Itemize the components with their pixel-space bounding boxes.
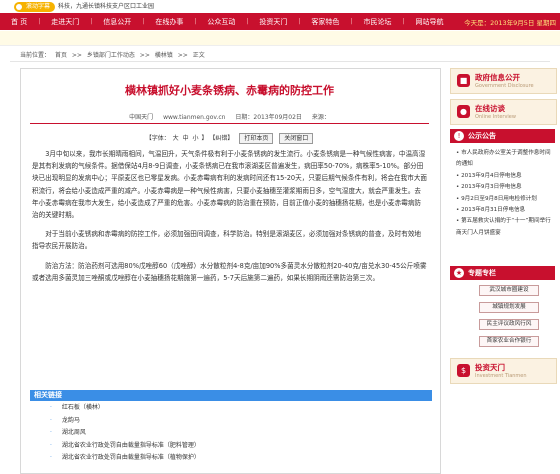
nav-home[interactable]: 首 页	[0, 17, 38, 27]
article-url: www.tianmen.gov.cn	[163, 114, 226, 121]
close-window-button[interactable]: 关闭窗口	[279, 133, 314, 144]
article-meta: 中国天门 www.tianmen.gov.cn 日期：2013年09月02日 来…	[20, 112, 439, 121]
print-button[interactable]: 打印本页	[239, 133, 274, 144]
nav-info-disclosure[interactable]: 信息公开	[92, 17, 142, 27]
online-interview-title[interactable]: 在线访谈	[475, 103, 505, 114]
invest-tianmen-block[interactable]: $ 投资天门 Investment Tianmen	[450, 358, 557, 384]
announcement-item[interactable]: • 2013年9月3日停电信息	[456, 182, 553, 193]
font-size-label: 【字体：	[145, 135, 170, 142]
chat-icon: ●	[457, 105, 470, 118]
article-paragraph: 对于当前小麦锈病和赤霉病的防控工作，必须加强田间调查，科学防治。特别是滚湖麦区，…	[32, 230, 422, 251]
money-icon: $	[457, 364, 470, 377]
font-size-end: 】	[201, 135, 208, 142]
bullet-icon: ·	[50, 429, 52, 436]
topics-title: 专题专栏	[468, 269, 496, 277]
nav-site-map[interactable]: 网站导航	[404, 17, 454, 27]
invest-tianmen-title[interactable]: 投资天门	[475, 362, 505, 373]
related-link-text[interactable]: 湖北省农业行政处罚自由裁量指导标准（植物保护）	[62, 454, 200, 461]
font-size-medium[interactable]: 中	[183, 135, 189, 142]
document-icon: ■	[457, 74, 470, 87]
font-size-small[interactable]: 小	[193, 135, 199, 142]
related-link[interactable]: · 龙韵马	[50, 415, 200, 428]
breadcrumb-label: 当前位置：	[20, 52, 51, 59]
related-link-text[interactable]: 红石板（横林）	[62, 404, 104, 411]
breadcrumb-home[interactable]: 首页	[55, 52, 67, 59]
bullet-icon: ·	[50, 454, 52, 461]
article-source: 中国天门	[129, 114, 154, 121]
online-interview-subtitle: Online Interview	[475, 114, 516, 120]
announcements-title: 公示公告	[468, 132, 496, 140]
related-link-text[interactable]: 龙韵马	[62, 417, 80, 424]
bullet-icon: ·	[50, 441, 52, 449]
announcement-item[interactable]: • 第五届救灾认捐的于“十一”期间举行 商天门人月饼盛宴	[456, 216, 553, 239]
breadcrumb-current: 正文	[192, 52, 205, 59]
nav-features[interactable]: 客家特色	[300, 17, 350, 27]
breadcrumb-town[interactable]: 横林镇	[155, 52, 173, 59]
online-interview-block[interactable]: ● 在线访谈 Online Interview	[450, 99, 557, 125]
nav-public-interaction[interactable]: 公众互动	[196, 17, 246, 27]
nav-investment[interactable]: 投资天门	[248, 17, 298, 27]
breadcrumb: 当前位置： 首页 >> 乡镇部门工作动态 >> 横林镇 >> 正文	[20, 50, 208, 59]
announcement-item[interactable]: • 2013年8月31日停电信息	[456, 205, 553, 216]
invest-tianmen-subtitle: Investment Tianmen	[475, 373, 527, 379]
related-link[interactable]: · 红石板（横林）	[50, 402, 200, 415]
nav-about-tianmen[interactable]: 走进天门	[40, 17, 90, 27]
topic-button[interactable]: 城镇规划发展	[479, 302, 539, 313]
current-date: 今天是：2013年9月5日 星期四	[464, 18, 556, 27]
article-paragraph: 3月中旬以来，我市长期晴雨相间，气温回升，天气条件极有利于小麦条锈病的发生流行。…	[32, 150, 428, 220]
article-date: 日期：2013年09月02日	[235, 114, 302, 121]
related-link-text[interactable]: 湖北省农业行政处罚自由裁量指导标准（肥料管理）	[62, 442, 200, 449]
related-links-header	[30, 390, 432, 401]
notice-label: 滚动字幕	[14, 2, 56, 12]
topic-button[interactable]: 首家农业合作银行	[479, 336, 539, 347]
top-navigation-bar: 首 页 | 走进天门 | 信息公开 | 在线办事 | 公众互动 | 投资天门 |…	[0, 13, 560, 30]
breadcrumb-separator: >>	[139, 52, 150, 59]
font-size-large[interactable]: 大	[173, 135, 179, 142]
announcements-header: ! 公示公告	[450, 129, 555, 143]
article-paragraph: 防治方法：防治药剂可选用80%戊唑醇60（戊唑醇）水分散粒剂4-8克/亩加90%…	[32, 261, 427, 282]
bullet-icon: ·	[50, 404, 52, 411]
related-link[interactable]: · 湖北省农业行政处罚自由裁量指导标准（植物保护）	[50, 452, 200, 465]
topics-header: ★ 专题专栏	[450, 266, 555, 280]
title-divider	[30, 123, 429, 124]
related-link[interactable]: · 湖北省农业行政处罚自由裁量指导标准（肥料管理）	[50, 440, 200, 453]
related-link[interactable]: · 湖北周风	[50, 427, 200, 440]
notice-ticker	[0, 31, 560, 46]
speaker-icon	[16, 4, 22, 10]
report-error-link[interactable]: 【纠错】	[209, 135, 233, 142]
breadcrumb-section[interactable]: 乡镇部门工作动态	[87, 52, 135, 59]
nav-online-services[interactable]: 在线办事	[144, 17, 194, 27]
notice-label-text: 滚动字幕	[26, 3, 51, 10]
article-body: 3月中旬以来，我市长期晴雨相间，气温回升，天气条件极有利于小麦条锈病的发生流行。…	[32, 148, 427, 291]
topic-button[interactable]: 武汉城市圈建设	[479, 285, 539, 296]
announcement-item[interactable]: • 2013年9月4日停电信息	[456, 171, 553, 182]
article-origin: 来源：	[311, 114, 330, 121]
announcement-item[interactable]: • 市人民政府办公室关于调整作息时间的通知	[456, 148, 553, 171]
related-links-list: · 红石板（横林） · 龙韵马 · 湖北周风 · 湖北省农业行政处罚自由裁量指导标准（肥…	[50, 402, 200, 465]
article-tools: 【字体： 大 中 小 】 【纠错】 打印本页 关闭窗口	[20, 133, 439, 144]
topic-button[interactable]: 民主评议政风行风	[479, 319, 539, 330]
notice-text[interactable]: 科技，九通长镇科技支户区口工业园	[58, 2, 154, 12]
bell-icon: !	[454, 131, 464, 141]
announcement-item[interactable]: • 9月2日至9月8日用电检修计划	[456, 194, 553, 205]
breadcrumb-separator: >>	[177, 52, 188, 59]
gov-disclosure-subtitle: Government Disclosure	[475, 83, 534, 89]
star-icon: ★	[454, 268, 464, 278]
related-link-text[interactable]: 湖北周风	[62, 429, 86, 436]
gov-disclosure-block[interactable]: ■ 政府信息公开 Government Disclosure	[450, 68, 557, 94]
nav-forum[interactable]: 市民论坛	[352, 17, 402, 27]
bullet-icon: ·	[50, 416, 52, 424]
announcements-list: • 市人民政府办公室关于调整作息时间的通知 • 2013年9月4日停电信息 • …	[456, 148, 553, 239]
breadcrumb-separator: >>	[71, 52, 82, 59]
article-title: 横林镇抓好小麦条锈病、赤霉病的防控工作	[125, 84, 334, 97]
gov-disclosure-title[interactable]: 政府信息公开	[475, 72, 520, 83]
related-links-title: 相关链接	[34, 391, 62, 399]
